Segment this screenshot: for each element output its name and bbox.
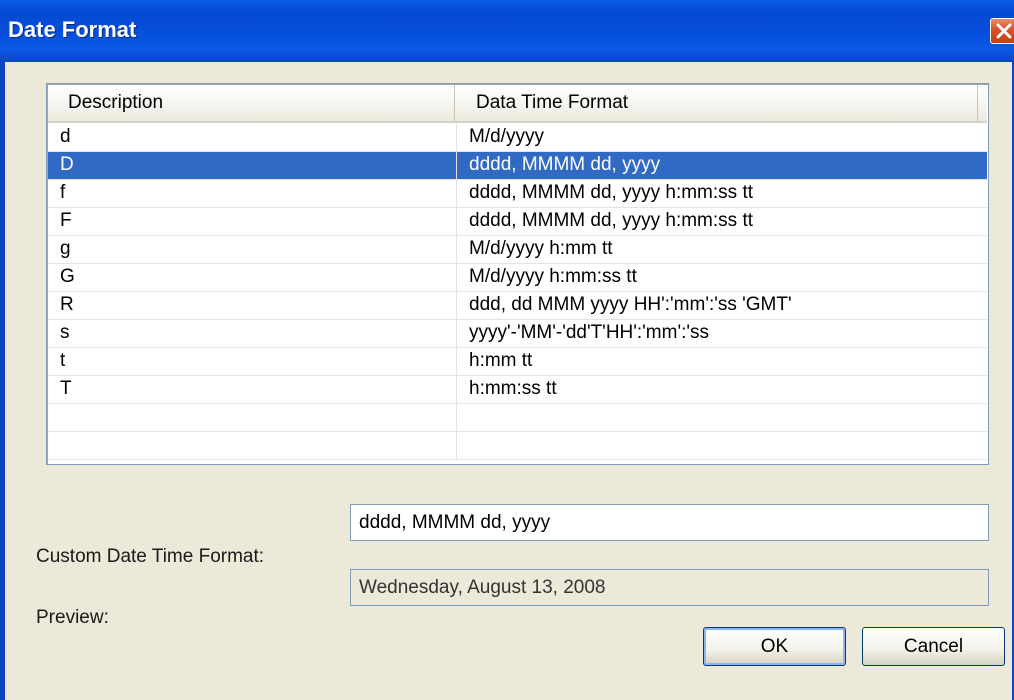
description-cell: G (60, 266, 75, 287)
format-cell: h:mm tt (456, 348, 987, 375)
format-cell: M/d/yyyy h:mm:ss tt (456, 264, 987, 291)
table-row[interactable]: t h:mm tt (48, 348, 987, 376)
description-cell (48, 432, 456, 459)
column-header-format[interactable]: Data Time Format (456, 85, 978, 121)
preview-field: Wednesday, August 13, 2008 (350, 569, 989, 606)
table-row[interactable]: Rddd, dd MMM yyyy HH':'mm':'ss 'GMT' (48, 292, 987, 320)
table-row[interactable] (48, 404, 987, 432)
description-cell: g (60, 238, 71, 259)
custom-format-label: Custom Date Time Format: (36, 546, 265, 567)
description-cell: D (60, 154, 74, 175)
table-row[interactable]: Fdddd, MMMM dd, yyyy h:mm:ss tt (48, 208, 987, 236)
table-row[interactable]: Th:mm:ss tt (48, 376, 987, 404)
table-row[interactable]: f dddd, MMMM dd, yyyy h:mm:ss tt (48, 180, 987, 208)
table-row[interactable]: G M/d/yyyy h:mm:ss tt (48, 264, 987, 292)
cancel-button[interactable]: Cancel (862, 627, 1005, 666)
custom-format-input[interactable] (350, 504, 989, 541)
format-cell (456, 404, 987, 431)
grid-header: Description Data Time Format (48, 85, 987, 123)
column-header-description[interactable]: Description (48, 85, 455, 121)
description-cell (48, 404, 456, 431)
format-cell (456, 432, 987, 459)
grid-body: d M/d/yyyy Ddddd, MMMM dd, yyyy f dddd, MMMM… (48, 124, 987, 460)
format-cell: dddd, MMMM dd, yyyy h:mm:ss tt (456, 208, 987, 235)
format-cell: ddd, dd MMM yyyy HH':'mm':'ss 'GMT' (456, 292, 987, 319)
table-row[interactable]: d M/d/yyyy (48, 124, 987, 152)
format-cell: M/d/yyyy h:mm tt (456, 236, 987, 263)
format-grid[interactable]: Description Data Time Format d M/d/yyyy Dd… (46, 83, 989, 465)
description-cell: F (60, 210, 72, 231)
window-title: Date Format (8, 17, 137, 42)
table-row[interactable]: s yyyy'-'MM'-'dd'T'HH':'mm':'ss (48, 320, 987, 348)
preview-label: Preview: (36, 607, 109, 628)
format-cell: h:mm:ss tt (456, 376, 987, 403)
ok-button[interactable]: OK (703, 627, 846, 666)
close-button[interactable] (990, 18, 1014, 44)
table-row[interactable]: Ddddd, MMMM dd, yyyy (48, 152, 987, 180)
description-cell: d (60, 126, 71, 147)
close-icon (996, 23, 1012, 39)
format-cell: dddd, MMMM dd, yyyy (456, 152, 987, 179)
format-cell: M/d/yyyy (456, 124, 987, 151)
table-row[interactable]: g M/d/yyyy h:mm tt (48, 236, 987, 264)
table-row[interactable] (48, 432, 987, 460)
window-frame-left (0, 62, 5, 700)
format-cell: yyyy'-'MM'-'dd'T'HH':'mm':'ss (456, 320, 987, 347)
description-cell: s (60, 322, 70, 343)
description-cell: T (60, 378, 72, 399)
description-cell: f (60, 182, 66, 203)
description-cell: t (60, 350, 66, 371)
format-cell: dddd, MMMM dd, yyyy h:mm:ss tt (456, 180, 987, 207)
title-bar[interactable]: Date Format (0, 0, 1014, 62)
description-cell: R (60, 294, 74, 315)
